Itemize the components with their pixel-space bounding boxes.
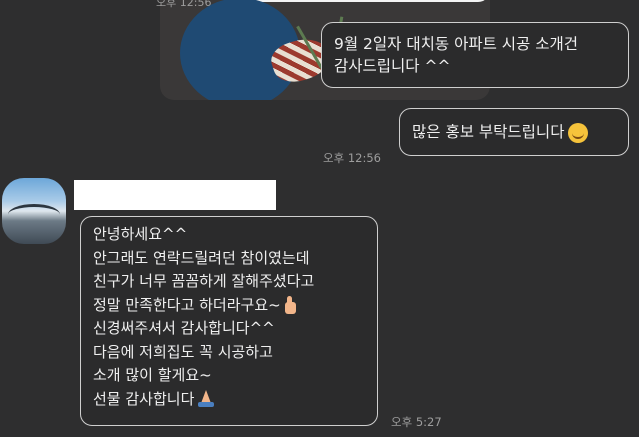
received-message-bubble[interactable]: 안녕하세요^^ 안그래도 연락드릴려던 참이였는데 친구가 너무 꼼꼼하게 잘해… <box>80 216 378 426</box>
sent-message-bubble[interactable]: 9월 2일자 대치동 아파트 시공 소개건 감사드립니다 ^^ <box>321 22 629 88</box>
message-line: 친구가 너무 꼼꼼하게 잘해주셨다고 <box>93 272 315 290</box>
message-time: 오후 12:56 <box>323 151 381 165</box>
smiling-face-icon <box>568 122 589 143</box>
message-line: 많은 홍보 부탁드립니다 <box>412 121 616 143</box>
message-line: 9월 2일자 대치동 아파트 시공 소개건 <box>334 35 578 53</box>
message-text: 많은 홍보 부탁드립니다 <box>412 123 565 141</box>
message-line: 안녕하세요^^ <box>93 225 188 243</box>
avatar[interactable] <box>2 178 66 244</box>
message-line: 다음에 저희집도 꼭 시공하고 <box>93 342 273 361</box>
message-text: 정말 만족한다고 하더라구요~ <box>93 295 281 314</box>
message-text: 선물 감사합니다 <box>93 389 195 408</box>
image-message-time: 오후 12:56 <box>156 0 212 9</box>
avatar-bridge-shape <box>8 204 60 225</box>
redacted-sender-name <box>74 180 276 210</box>
message-line: 선물 감사합니다 <box>93 388 365 412</box>
message-line: 소개 많이 할게요~ <box>93 366 212 384</box>
thumbs-up-icon <box>283 296 297 314</box>
message-line: 안그래도 연락드릴려던 참이였는데 <box>93 248 310 267</box>
image-top-strip <box>230 0 490 2</box>
message-line: 감사드립니다 ^^ <box>334 57 451 75</box>
message-line: 정말 만족한다고 하더라구요~ <box>93 294 365 318</box>
message-line: 신경써주셔서 감사합니다^^ <box>93 319 275 337</box>
sent-message-bubble[interactable]: 많은 홍보 부탁드립니다 <box>399 108 629 156</box>
message-time: 오후 5:27 <box>391 415 442 429</box>
folded-hands-icon <box>197 390 215 408</box>
